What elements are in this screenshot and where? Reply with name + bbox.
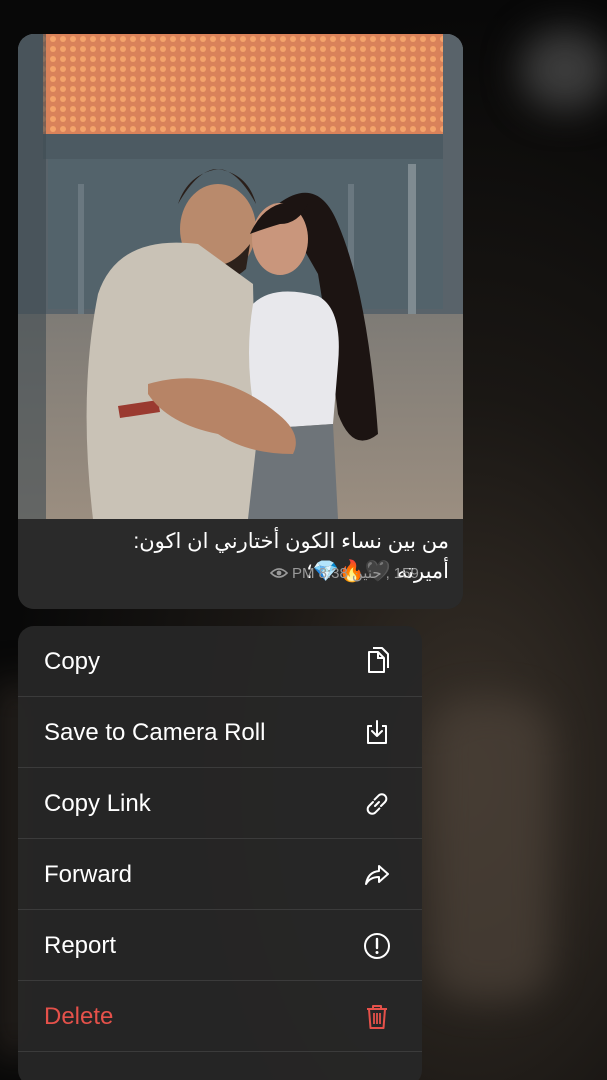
menu-item-delete[interactable]: Delete (18, 981, 422, 1052)
message-meta: PM 8:38 حنين , 159 (270, 564, 419, 582)
eye-icon (270, 568, 288, 578)
message-time: PM 8:38 (292, 564, 348, 582)
background-blur (430, 700, 550, 1000)
download-icon (367, 720, 387, 744)
forward-icon (365, 865, 389, 885)
menu-item-report[interactable]: Report (18, 910, 422, 981)
message-photo[interactable] (18, 34, 463, 519)
menu-item-label: Report (44, 932, 117, 959)
message-author: حنين (351, 565, 382, 582)
background-blur (520, 30, 607, 110)
message-caption: من بين نساء الكون أختارني ان اكون: أميرت… (18, 519, 463, 609)
menu-item-label: Forward (44, 861, 133, 888)
context-menu: Copy Save to Camera Roll Copy Link Forwa… (18, 626, 422, 1080)
menu-item-label: Delete (44, 1003, 114, 1030)
menu-item-copy-link[interactable]: Copy Link (18, 768, 422, 839)
message-bubble[interactable]: من بين نساء الكون أختارني ان اكون: أميرت… (18, 34, 463, 609)
view-count: 159 (393, 564, 419, 582)
menu-item-label: Save to Camera Roll (44, 719, 266, 746)
couple-photo-illustration (18, 34, 463, 519)
menu-item-forward[interactable]: Forward (18, 839, 422, 910)
link-icon (366, 793, 388, 815)
menu-item-label: Copy Link (44, 790, 151, 817)
menu-item-copy[interactable]: Copy (18, 626, 422, 697)
menu-item-label: Copy (44, 648, 101, 675)
screen: من بين نساء الكون أختارني ان اكون: أميرت… (0, 0, 607, 1080)
trash-icon (367, 1005, 387, 1029)
menu-item-save-to-camera-roll[interactable]: Save to Camera Roll (18, 697, 422, 768)
copy-icon (368, 647, 389, 673)
meta-separator: , (385, 564, 390, 582)
caption-text-line1: من بين نساء الكون أختارني ان اكون: (133, 530, 449, 553)
report-icon (364, 933, 390, 959)
